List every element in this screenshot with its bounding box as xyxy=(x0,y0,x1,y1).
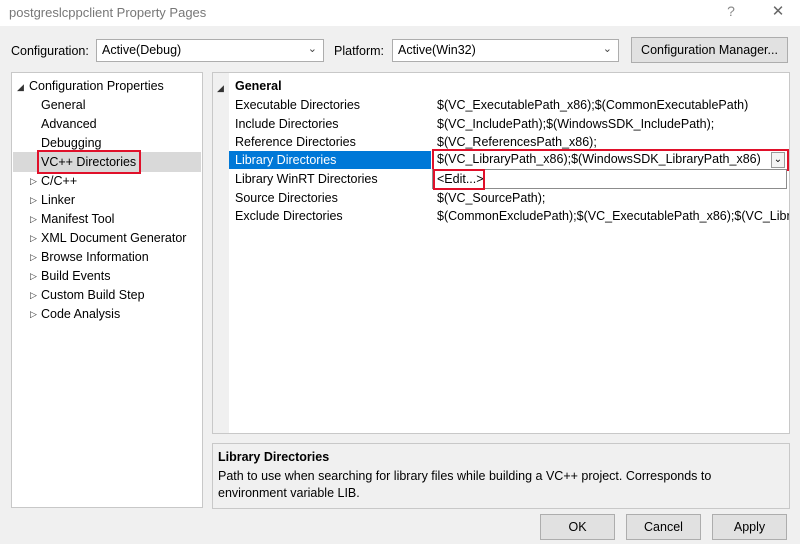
collapsed-triangle-icon[interactable]: ▷ xyxy=(30,271,37,282)
expanded-triangle-icon[interactable]: ◢ xyxy=(17,82,24,93)
property-row[interactable]: Executable Directories $(VC_ExecutablePa… xyxy=(229,96,789,115)
edit-option[interactable]: <Edit...> xyxy=(433,169,485,190)
help-button[interactable]: ? xyxy=(724,3,738,19)
chevron-down-icon: ⌄ xyxy=(307,43,317,55)
collapsed-triangle-icon[interactable]: ▷ xyxy=(30,176,37,187)
grid-gutter xyxy=(213,73,229,433)
tree-item-general[interactable]: General xyxy=(41,96,85,115)
apply-button[interactable]: Apply xyxy=(712,514,787,540)
property-name: Library WinRT Directories xyxy=(235,172,378,186)
description-title: Library Directories xyxy=(218,450,330,464)
property-tree: ◢ Configuration Properties General Advan… xyxy=(11,72,203,508)
tree-root-configuration-properties[interactable]: Configuration Properties xyxy=(29,77,164,96)
property-name: Executable Directories xyxy=(235,98,361,112)
platform-value: Active(Win32) xyxy=(398,43,476,57)
property-name: Library Directories xyxy=(235,153,337,167)
tree-item-vc-directories[interactable]: VC++ Directories xyxy=(41,153,136,172)
expanded-triangle-icon[interactable]: ◢ xyxy=(217,83,224,94)
property-name: Exclude Directories xyxy=(235,209,343,223)
ok-button[interactable]: OK xyxy=(540,514,615,540)
platform-label: Platform: xyxy=(334,44,385,58)
property-row[interactable]: Include Directories $(VC_IncludePath);$(… xyxy=(229,115,789,134)
collapsed-triangle-icon[interactable]: ▷ xyxy=(30,214,37,225)
edit-option-label: <Edit...> xyxy=(437,172,484,186)
tree-item-c-cpp[interactable]: C/C++ xyxy=(41,172,77,191)
property-value: $(CommonExcludePath);$(VC_ExecutablePath… xyxy=(437,209,789,223)
property-row[interactable]: Exclude Directories $(CommonExcludePath)… xyxy=(229,207,789,226)
property-value: $(VC_ExecutablePath_x86);$(CommonExecuta… xyxy=(437,98,749,112)
tree-item-manifest-tool[interactable]: Manifest Tool xyxy=(41,210,114,229)
library-directories-value-editor[interactable]: $(VC_LibraryPath_x86);$(WindowsSDK_Libra… xyxy=(432,149,789,171)
property-name: Include Directories xyxy=(235,117,339,131)
property-grid: ◢ General Executable Directories $(VC_Ex… xyxy=(212,72,790,434)
property-row[interactable]: Source Directories $(VC_SourcePath); xyxy=(229,189,789,208)
collapsed-triangle-icon[interactable]: ▷ xyxy=(30,290,37,301)
tree-item-build-events[interactable]: Build Events xyxy=(41,267,110,286)
tree-item-browse-information[interactable]: Browse Information xyxy=(41,248,149,267)
tree-item-xml-document-generator[interactable]: XML Document Generator xyxy=(41,229,186,248)
configuration-manager-button[interactable]: Configuration Manager... xyxy=(631,37,788,63)
description-panel: Library Directories Path to use when sea… xyxy=(212,443,790,509)
chevron-down-icon: ⌄ xyxy=(602,43,612,55)
tree-item-advanced[interactable]: Advanced xyxy=(41,115,97,134)
collapsed-triangle-icon[interactable]: ▷ xyxy=(30,195,37,206)
collapsed-triangle-icon[interactable]: ▷ xyxy=(30,233,37,244)
chevron-down-icon[interactable]: ⌄ xyxy=(771,152,785,168)
configuration-label: Configuration: xyxy=(11,44,89,58)
tree-item-linker[interactable]: Linker xyxy=(41,191,75,210)
property-value: $(VC_LibraryPath_x86);$(WindowsSDK_Libra… xyxy=(437,152,761,166)
tree-item-code-analysis[interactable]: Code Analysis xyxy=(41,305,120,324)
dropdown-list xyxy=(432,169,787,189)
collapsed-triangle-icon[interactable]: ▷ xyxy=(30,252,37,263)
collapsed-triangle-icon[interactable]: ▷ xyxy=(30,309,37,320)
property-value: $(VC_IncludePath);$(WindowsSDK_IncludePa… xyxy=(437,117,715,131)
platform-select[interactable]: Active(Win32) ⌄ xyxy=(392,39,619,62)
close-button[interactable]: ✕ xyxy=(770,2,786,20)
tree-item-custom-build-step[interactable]: Custom Build Step xyxy=(41,286,145,305)
configuration-select[interactable]: Active(Debug) ⌄ xyxy=(96,39,324,62)
property-value: $(VC_SourcePath); xyxy=(437,191,546,205)
description-text: Path to use when searching for library f… xyxy=(218,469,712,500)
section-header-general: General xyxy=(235,79,282,93)
cancel-button[interactable]: Cancel xyxy=(626,514,701,540)
window-title: postgreslcppclient Property Pages xyxy=(9,5,207,20)
configuration-value: Active(Debug) xyxy=(102,43,182,57)
property-name: Source Directories xyxy=(235,191,338,205)
property-name: Reference Directories xyxy=(235,135,356,149)
